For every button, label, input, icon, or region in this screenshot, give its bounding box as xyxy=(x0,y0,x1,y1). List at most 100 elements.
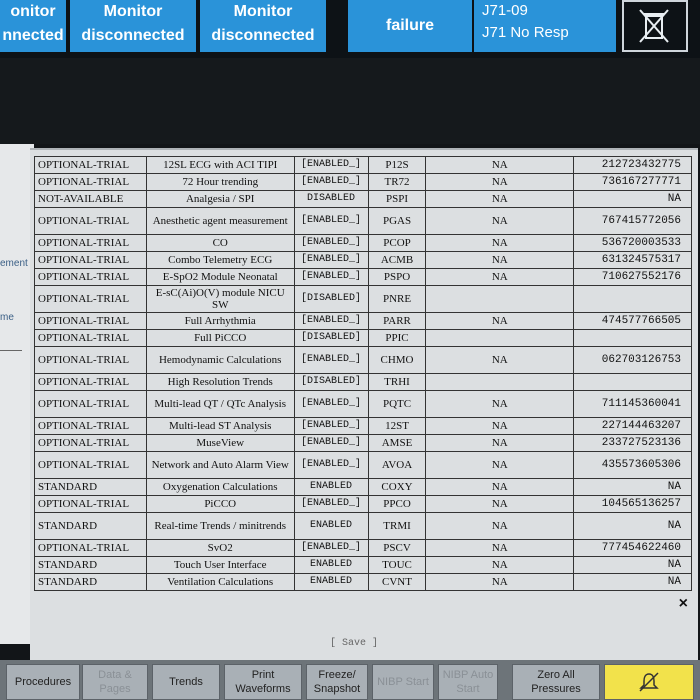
table-row[interactable]: OPTIONAL-TRIAL Hemodynamic Calculations [E… xyxy=(34,346,692,374)
key-cell: NA xyxy=(573,512,692,540)
table-row[interactable]: STANDARD Oxygenation Calculations ENABLED C… xyxy=(34,478,692,496)
key-cell: 711145360041 xyxy=(573,390,692,418)
key-cell: NA xyxy=(573,478,692,496)
tile-line1: J71-09 xyxy=(482,2,528,19)
state-cell: [ENABLED_] xyxy=(293,234,369,252)
key-cell: 233727523136 xyxy=(573,434,692,452)
bottom-button-7[interactable]: Zero All Pressures xyxy=(512,664,600,700)
expiry-cell: NA xyxy=(425,478,575,496)
table-row[interactable]: OPTIONAL-TRIAL High Resolution Trends [DIS… xyxy=(34,373,692,391)
bottom-button-4[interactable]: Freeze/ Snapshot xyxy=(306,664,368,700)
tile-line1: Monitor xyxy=(233,3,293,20)
table-row[interactable]: STANDARD Ventilation Calculations ENABLED C… xyxy=(34,573,692,591)
state-cell: [ENABLED_] xyxy=(293,268,369,286)
license-type-cell: OPTIONAL-TRIAL xyxy=(34,156,147,174)
expiry-cell: NA xyxy=(425,495,575,513)
option-name-cell: CO xyxy=(145,234,295,252)
state-cell: [ENABLED_] xyxy=(293,173,369,191)
expiry-cell: NA xyxy=(425,346,575,374)
side-label-1: ement xyxy=(0,258,28,269)
license-type-cell: OPTIONAL-TRIAL xyxy=(34,234,147,252)
license-type-cell: OPTIONAL-TRIAL xyxy=(34,539,147,557)
license-type-cell: OPTIONAL-TRIAL xyxy=(34,173,147,191)
bottom-button-5[interactable]: NIBP Start xyxy=(372,664,434,700)
option-name-cell: MuseView xyxy=(145,434,295,452)
code-cell: PGAS xyxy=(367,207,427,235)
bottom-button-2[interactable]: Trends xyxy=(152,664,220,700)
table-row[interactable]: OPTIONAL-TRIAL CO [ENABLED_] PCOP NA 53672000… xyxy=(34,234,692,252)
code-cell: AVOA xyxy=(367,451,427,479)
key-cell: 710627552176 xyxy=(573,268,692,286)
table-row[interactable]: STANDARD Real-time Trends / minitrends ENA… xyxy=(34,512,692,540)
table-row[interactable]: OPTIONAL-TRIAL 72 Hour trending [ENABLED_]… xyxy=(34,173,692,191)
option-name-cell: Multi-lead ST Analysis xyxy=(145,417,295,435)
license-type-cell: OPTIONAL-TRIAL xyxy=(34,329,147,347)
code-cell: COXY xyxy=(367,478,427,496)
license-type-cell: STANDARD xyxy=(34,512,147,540)
expiry-cell: NA xyxy=(425,539,575,557)
table-row[interactable]: OPTIONAL-TRIAL MuseView [ENABLED_] AMSE NA 23… xyxy=(34,434,692,452)
expiry-cell: NA xyxy=(425,268,575,286)
option-name-cell: E-SpO2 Module Neonatal xyxy=(145,268,295,286)
table-row[interactable]: OPTIONAL-TRIAL E-SpO2 Module Neonatal [ENA… xyxy=(34,268,692,286)
license-type-cell: STANDARD xyxy=(34,573,147,591)
tile-failure[interactable]: failure xyxy=(348,0,472,52)
option-name-cell: Network and Auto Alarm View xyxy=(145,451,295,479)
license-type-cell: OPTIONAL-TRIAL xyxy=(34,417,147,435)
option-name-cell: Combo Telemetry ECG xyxy=(145,251,295,269)
code-cell: AMSE xyxy=(367,434,427,452)
license-type-cell: OPTIONAL-TRIAL xyxy=(34,207,147,235)
tile-monitor-connected[interactable]: onitor nnected xyxy=(0,0,66,52)
state-cell: [DISABLED] xyxy=(293,329,369,347)
bottom-button-1[interactable]: Data & Pages xyxy=(82,664,148,700)
code-cell: ACMB xyxy=(367,251,427,269)
table-row[interactable]: OPTIONAL-TRIAL Anesthetic agent measureme… xyxy=(34,207,692,235)
save-button[interactable]: [ Save ] xyxy=(330,638,378,649)
key-cell xyxy=(573,373,692,391)
bottom-button-3[interactable]: Print Waveforms xyxy=(224,664,302,700)
expiry-cell: NA xyxy=(425,173,575,191)
side-panel xyxy=(0,144,34,644)
table-row[interactable]: OPTIONAL-TRIAL Multi-lead ST Analysis [ENA… xyxy=(34,417,692,435)
expiry-cell: NA xyxy=(425,556,575,574)
table-row[interactable]: OPTIONAL-TRIAL E-sC(Ai)O(V) module NICU S… xyxy=(34,285,692,313)
code-cell: PARR xyxy=(367,312,427,330)
option-name-cell: Analgesia / SPI xyxy=(145,190,295,208)
state-cell: [ENABLED_] xyxy=(293,346,369,374)
expiry-cell: NA xyxy=(425,207,575,235)
license-type-cell: OPTIONAL-TRIAL xyxy=(34,346,147,374)
key-cell: 631324575317 xyxy=(573,251,692,269)
table-row[interactable]: OPTIONAL-TRIAL Network and Auto Alarm Vie… xyxy=(34,451,692,479)
crossed-bin-icon[interactable] xyxy=(622,0,688,52)
code-cell: PNRE xyxy=(367,285,427,313)
license-type-cell: OPTIONAL-TRIAL xyxy=(34,434,147,452)
table-row[interactable]: OPTIONAL-TRIAL PiCCO [ENABLED_] PPCO NA 10456… xyxy=(34,495,692,513)
close-button[interactable]: × xyxy=(679,595,688,613)
tile-j71-status[interactable]: J71-09 J71 No Resp xyxy=(474,0,616,52)
expiry-cell: NA xyxy=(425,190,575,208)
state-cell: [ENABLED_] xyxy=(293,207,369,235)
table-row[interactable]: NOT-AVAILABLE Analgesia / SPI DISABLED PSPI… xyxy=(34,190,692,208)
option-name-cell: Full PiCCO xyxy=(145,329,295,347)
tile-monitor-disconnected-1[interactable]: Monitor disconnected xyxy=(70,0,196,52)
table-row[interactable]: OPTIONAL-TRIAL 12SL ECG with ACI TIPI [ENA… xyxy=(34,156,692,174)
option-name-cell: SvO2 xyxy=(145,539,295,557)
bottom-button-0[interactable]: Procedures xyxy=(6,664,80,700)
table-row[interactable]: OPTIONAL-TRIAL Full PiCCO [DISABLED] PPIC xyxy=(34,329,692,347)
table-row[interactable]: STANDARD Touch User Interface ENABLED TOUC N… xyxy=(34,556,692,574)
tile-monitor-disconnected-2[interactable]: Monitor disconnected xyxy=(200,0,326,52)
bottom-button-6[interactable]: NIBP Auto Start xyxy=(438,664,498,700)
alarm-bell-icon[interactable] xyxy=(604,664,694,700)
code-cell: TR72 xyxy=(367,173,427,191)
state-cell: [ENABLED_] xyxy=(293,390,369,418)
table-row[interactable]: OPTIONAL-TRIAL SvO2 [ENABLED_] PSCV NA 777454… xyxy=(34,539,692,557)
key-cell: 062703126753 xyxy=(573,346,692,374)
table-row[interactable]: OPTIONAL-TRIAL Full Arrhythmia [ENABLED_] P… xyxy=(34,312,692,330)
code-cell: PSPO xyxy=(367,268,427,286)
table-row[interactable]: OPTIONAL-TRIAL Multi-lead QT / QTc Analys… xyxy=(34,390,692,418)
tile-line1: failure xyxy=(385,17,434,34)
code-cell: PSCV xyxy=(367,539,427,557)
code-cell: 12ST xyxy=(367,417,427,435)
table-row[interactable]: OPTIONAL-TRIAL Combo Telemetry ECG [ENABLE… xyxy=(34,251,692,269)
expiry-cell: NA xyxy=(425,434,575,452)
